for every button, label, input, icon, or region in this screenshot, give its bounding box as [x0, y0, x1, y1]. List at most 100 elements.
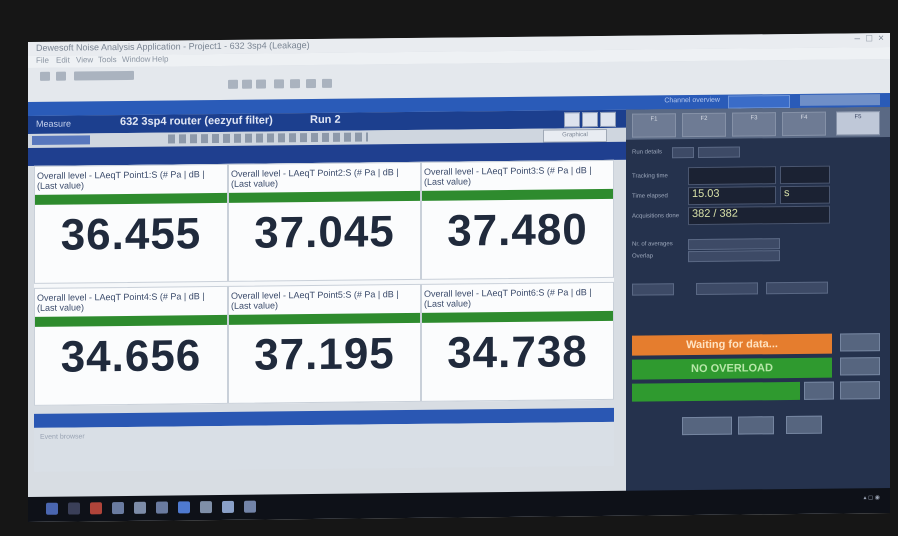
tracking-time-value [688, 166, 776, 186]
app-icon-6[interactable] [200, 501, 212, 514]
view-dropdown[interactable]: Graphical [543, 128, 607, 143]
side-control-button[interactable] [840, 357, 880, 376]
side-control-top[interactable] [840, 333, 880, 352]
window-title: Dewesoft Noise Analysis Application - Pr… [36, 40, 310, 53]
time-elapsed-label: Time elapsed [632, 193, 668, 200]
display-tool-buttons[interactable] [168, 132, 368, 144]
save-icon[interactable] [242, 79, 252, 89]
run-details-field-2[interactable] [698, 146, 740, 158]
level-bar [229, 190, 420, 203]
level-tile-point3[interactable]: Overall level - LAeqT Point3:S (# Pa | d… [421, 159, 614, 280]
channel-selector[interactable] [728, 95, 790, 109]
level-bar [35, 192, 227, 205]
menu-window[interactable]: Window [122, 55, 150, 64]
bottom-control-1[interactable] [682, 416, 732, 436]
forward-icon[interactable] [56, 71, 66, 81]
stop-button[interactable] [766, 281, 828, 295]
app-icon-5[interactable] [178, 501, 190, 514]
averages-label: Nr. of averages [632, 241, 673, 248]
app-icon-7[interactable] [222, 500, 234, 513]
start-button[interactable] [632, 283, 674, 296]
level-tile-point5[interactable]: Overall level - LAeqT Point5:S (# Pa | d… [228, 283, 421, 404]
time-elapsed-unit: s [780, 185, 830, 205]
tracking-time-extra [780, 165, 830, 185]
tile-header: Overall level - LAeqT Point6:S (# Pa | d… [424, 287, 592, 309]
level-value: 34.738 [447, 327, 588, 378]
time-elapsed-value: 15.03 [688, 186, 776, 206]
app-icon-8[interactable] [244, 500, 256, 513]
tab-f1[interactable]: F1 [632, 113, 676, 138]
status-waiting-indicator: Waiting for data... [632, 333, 832, 356]
level-bar [229, 312, 420, 325]
tab-f4[interactable]: F4 [782, 111, 826, 137]
level-bar [422, 310, 613, 323]
tab-f2[interactable]: F2 [682, 112, 726, 138]
measurement-control-panel: F1 F2 F3 F4 F5 Run details Tracking time… [626, 106, 890, 494]
level-tile-point2[interactable]: Overall level - LAeqT Point2:S (# Pa | d… [228, 161, 421, 282]
menu-help[interactable]: Help [152, 55, 168, 64]
level-tile-point6[interactable]: Overall level - LAeqT Point6:S (# Pa | d… [421, 281, 614, 402]
panel-close-button[interactable] [600, 111, 616, 128]
overlap-label: Overlap [632, 253, 654, 260]
aux-button-1[interactable] [804, 381, 834, 400]
minimize-button[interactable]: – [855, 33, 861, 44]
pause-button[interactable] [696, 282, 758, 296]
menu-edit[interactable]: Edit [56, 56, 70, 65]
display-mode-selector[interactable] [32, 135, 90, 145]
bottom-control-3[interactable] [786, 415, 822, 435]
level-value: 37.195 [254, 329, 395, 380]
tab-f5[interactable]: F5 [836, 111, 880, 136]
menu-tools[interactable]: Tools [98, 55, 117, 64]
tile-header: Overall level - LAeqT Point4:S (# Pa | d… [37, 291, 205, 313]
aux-button-2[interactable] [840, 381, 880, 400]
event-browser-panel: Event browser [34, 421, 614, 472]
level-bar [422, 188, 613, 201]
tab-f3[interactable]: F3 [732, 112, 776, 137]
level-value: 34.656 [60, 331, 202, 382]
panel-minimize-button[interactable] [564, 112, 580, 128]
search-icon[interactable] [68, 502, 80, 515]
maximize-button[interactable]: □ [866, 33, 872, 44]
panel-restore-button[interactable] [582, 112, 598, 128]
application-window: Dewesoft Noise Analysis Application - Pr… [28, 32, 890, 522]
level-display-grid: Overall level - LAeqT Point1:S (# Pa | d… [34, 159, 614, 406]
run-details-field-1[interactable] [672, 147, 694, 159]
menu-file[interactable]: File [36, 56, 49, 65]
settings-icon[interactable] [274, 79, 284, 89]
app-icon-2[interactable] [112, 501, 124, 515]
level-tile-point1[interactable]: Overall level - LAeqT Point1:S (# Pa | d… [34, 163, 228, 284]
tile-header: Overall level - LAeqT Point1:S (# Pa | d… [37, 169, 205, 191]
tile-header: Overall level - LAeqT Point3:S (# Pa | d… [424, 165, 592, 187]
measurement-title: 632 3sp4 router (eezyuf filter) [120, 114, 273, 129]
level-tile-point4[interactable]: Overall level - LAeqT Point4:S (# Pa | d… [34, 285, 228, 406]
start-acquisition-button[interactable] [632, 381, 800, 402]
channel-selector-label: Channel overview [664, 96, 720, 105]
address-field[interactable] [74, 70, 134, 81]
level-value: 37.480 [447, 205, 588, 256]
print-icon[interactable] [256, 79, 266, 89]
acquisitions-value: 382 / 382 [688, 205, 830, 226]
tile-header: Overall level - LAeqT Point2:S (# Pa | d… [231, 167, 399, 189]
averages-input[interactable] [688, 238, 780, 251]
start-icon[interactable] [46, 502, 58, 515]
tile-header: Overall level - LAeqT Point5:S (# Pa | d… [231, 289, 399, 311]
menu-view[interactable]: View [76, 55, 93, 64]
app-icon-3[interactable] [134, 501, 146, 514]
back-icon[interactable] [40, 71, 50, 81]
open-icon[interactable] [228, 79, 238, 89]
app-icon-4[interactable] [156, 501, 168, 514]
acquisitions-label: Acquisitions done [632, 213, 680, 220]
project-selector[interactable] [800, 94, 880, 106]
level-value: 37.045 [254, 207, 395, 258]
redo-icon[interactable] [306, 78, 316, 89]
undo-icon[interactable] [290, 79, 300, 89]
level-bar [35, 314, 227, 327]
overload-indicator: NO OVERLOAD [632, 357, 832, 380]
help-icon[interactable] [322, 78, 332, 88]
close-button[interactable]: × [878, 33, 884, 44]
system-tray[interactable]: ▴ ◻ ◉ [863, 494, 880, 501]
overlap-input[interactable] [688, 250, 780, 263]
app-icon-1[interactable] [90, 502, 102, 515]
bottom-control-2[interactable] [738, 416, 774, 435]
run-details-label: Run details [632, 149, 663, 156]
